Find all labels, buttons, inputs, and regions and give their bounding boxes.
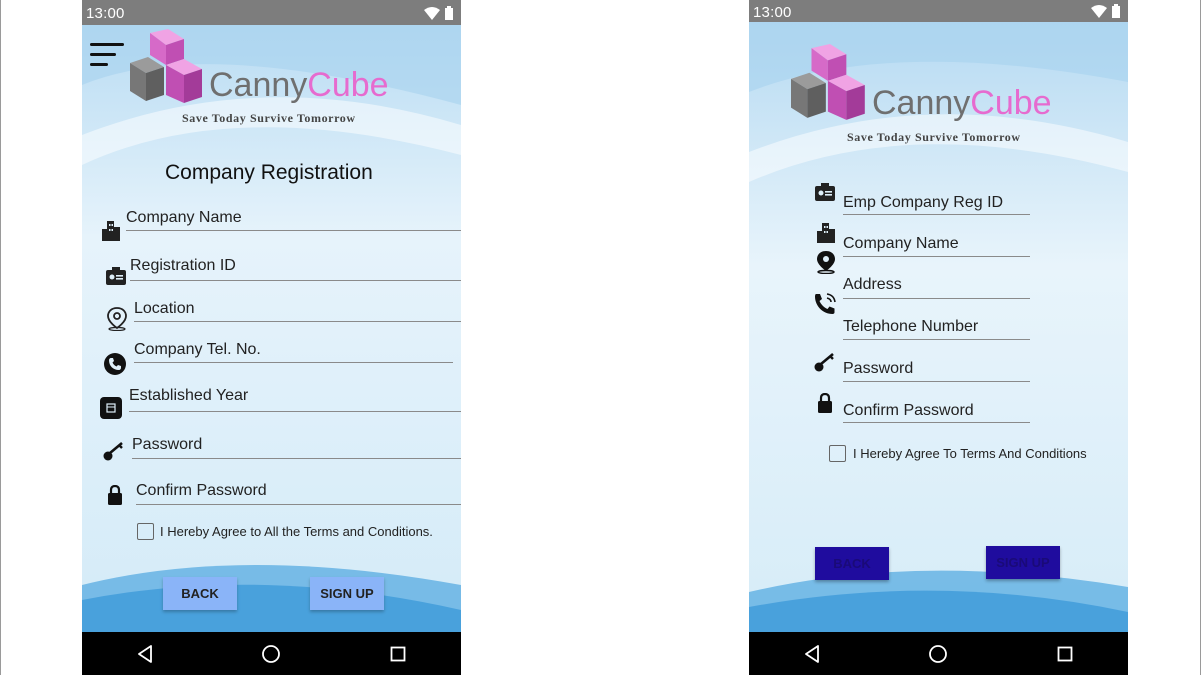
registration-id-field[interactable]: Registration ID [130, 257, 236, 275]
lock-icon [108, 485, 122, 505]
system-nav-bar [749, 632, 1128, 675]
brand-wordmark: CannyCube [872, 84, 1052, 123]
phone-ring-icon [815, 293, 836, 314]
wifi-icon [1091, 4, 1107, 18]
back-triangle-icon[interactable] [125, 639, 165, 669]
back-triangle-icon[interactable] [792, 639, 832, 669]
company-name-underline [126, 230, 461, 231]
company-name-field[interactable]: Company Name [843, 235, 959, 253]
password-field[interactable]: Password [132, 436, 202, 454]
password-field[interactable]: Password [843, 360, 913, 378]
recents-square-icon[interactable] [1045, 639, 1085, 669]
registration-form-area: CannyCube Save Today Survive Tomorrow Co… [82, 25, 461, 632]
confirm-password-field[interactable]: Confirm Password [843, 402, 974, 420]
status-time: 13:00 [86, 5, 125, 22]
home-circle-icon[interactable] [918, 639, 958, 669]
building-icon [102, 221, 120, 241]
battery-icon [445, 6, 453, 20]
established-year-underline [129, 411, 461, 412]
brand-tagline: Save Today Survive Tomorrow [847, 130, 1021, 144]
phone-icon [104, 353, 126, 375]
company-name-underline [843, 256, 1030, 257]
phone-screen-company-registration: 13:00 CannyCube Save Today Survive Tomor… [82, 0, 461, 675]
password-underline [132, 458, 461, 459]
company-name-field[interactable]: Company Name [126, 209, 242, 227]
location-pin-icon [817, 251, 835, 274]
calendar-icon [100, 397, 122, 419]
terms-checkbox[interactable] [829, 445, 846, 462]
confirm-password-field[interactable]: Confirm Password [136, 482, 267, 500]
company-tel-field[interactable]: Company Tel. No. [134, 341, 261, 359]
status-bar: 13:00 [82, 0, 461, 25]
signup-form-area: CannyCube Save Today Survive Tomorrow Em… [749, 22, 1128, 632]
key-icon [814, 353, 834, 372]
wifi-icon [424, 6, 440, 20]
location-field[interactable]: Location [134, 300, 195, 318]
emp-company-reg-id-underline [843, 214, 1030, 215]
terms-checkbox[interactable] [137, 523, 154, 540]
sign-up-button[interactable]: SIGN UP [310, 577, 384, 610]
terms-label: I Hereby Agree To Terms And Conditions [853, 446, 1087, 461]
company-tel-underline [134, 362, 453, 363]
registration-id-underline [130, 280, 461, 281]
location-pin-icon [107, 307, 127, 331]
lock-icon [818, 393, 832, 413]
confirm-password-underline [136, 504, 461, 505]
location-underline [134, 321, 461, 322]
back-button[interactable]: BACK [815, 547, 889, 580]
id-card-icon [106, 267, 126, 285]
password-underline [843, 381, 1030, 382]
established-year-field[interactable]: Established Year [129, 387, 248, 405]
brand-name-part2: Cube [970, 84, 1052, 122]
back-button[interactable]: BACK [163, 577, 237, 610]
brand-name-part2: Cube [307, 66, 389, 104]
emp-company-reg-id-field[interactable]: Emp Company Reg ID [843, 194, 1003, 212]
sign-up-button[interactable]: SIGN UP [986, 546, 1060, 579]
building-icon [817, 223, 835, 243]
battery-icon [1112, 4, 1120, 18]
status-time: 13:00 [753, 4, 792, 21]
cube-logo-icon [791, 44, 865, 120]
terms-label: I Hereby Agree to All the Terms and Cond… [160, 524, 433, 539]
address-underline [843, 298, 1030, 299]
brand-name-part1: Canny [209, 66, 308, 104]
phone-screen-employee-company-signup: 13:00 CannyCube Save Today Survive Tomor… [749, 0, 1128, 675]
status-bar: 13:00 [749, 0, 1128, 22]
confirm-password-underline [843, 422, 1030, 423]
brand-tagline: Save Today Survive Tomorrow [182, 111, 356, 125]
telephone-number-underline [843, 339, 1030, 340]
id-card-icon [815, 183, 835, 201]
system-nav-bar [82, 632, 461, 675]
cube-logo-icon [130, 29, 202, 103]
frame-edge-left [0, 0, 1, 675]
key-icon [103, 442, 123, 461]
page-title: Company Registration [165, 161, 373, 184]
home-circle-icon[interactable] [251, 639, 291, 669]
menu-hamburger-icon[interactable] [90, 43, 124, 73]
telephone-number-field[interactable]: Telephone Number [843, 318, 978, 336]
recents-square-icon[interactable] [378, 639, 418, 669]
brand-name-part1: Canny [872, 84, 971, 122]
address-field[interactable]: Address [843, 276, 902, 294]
brand-wordmark: CannyCube [209, 66, 389, 105]
